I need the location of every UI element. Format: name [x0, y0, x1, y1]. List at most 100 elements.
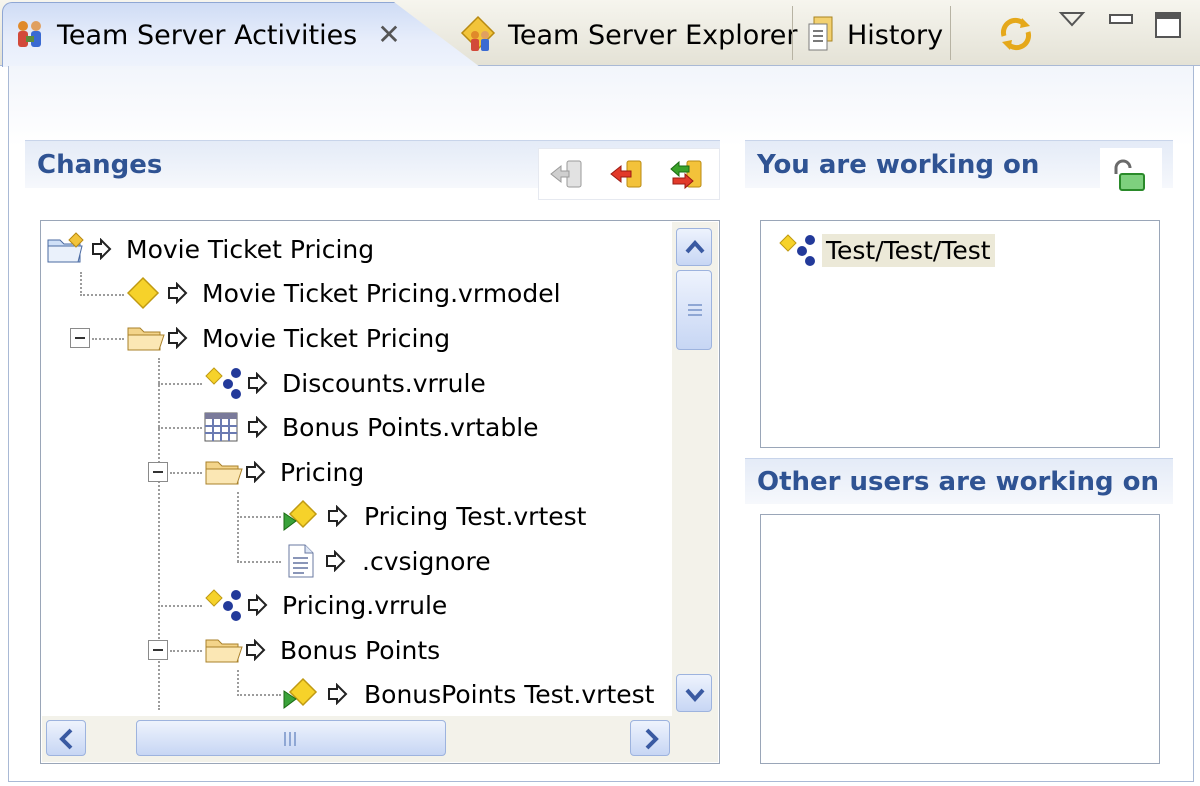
tree-item-label: Pricing.vrrule [282, 590, 448, 620]
sync-changes-icon[interactable] [667, 157, 707, 197]
tree-item-file[interactable]: .cvsignore [286, 540, 491, 582]
tree-item-label: Bonus Points.vrtable [282, 412, 539, 442]
minimize-icon[interactable] [1108, 12, 1136, 31]
tab-team-server-activities[interactable]: Team Server Activities ✕ [2, 2, 480, 67]
vertical-scroll-thumb[interactable] [676, 270, 712, 350]
tab-label: Team Server Explorer [508, 19, 798, 51]
outgoing-change-icon [248, 416, 268, 438]
chevron-down-icon [685, 688, 705, 703]
vrrule-icon [205, 589, 241, 621]
tree-connector [237, 492, 239, 562]
section-title: Other users are working on [757, 466, 1160, 497]
maximize-icon[interactable] [1153, 10, 1183, 46]
commit-in-icon[interactable] [547, 157, 587, 197]
horizontal-scroll-thumb[interactable] [136, 720, 446, 756]
outgoing-change-icon [168, 327, 188, 349]
outgoing-change-icon [328, 505, 348, 527]
list-item[interactable]: Test/Test/Test [778, 230, 995, 270]
folder-open-icon [127, 327, 165, 351]
tree-item-label: BonusPoints Test.vrtest [364, 679, 655, 709]
outgoing-change-icon [246, 639, 266, 661]
tree-item-folder[interactable]: Pricing [204, 451, 364, 493]
outgoing-change-icon [248, 594, 268, 616]
tree-connector [80, 272, 82, 296]
scroll-left-button[interactable] [46, 720, 86, 756]
collapse-toggle[interactable] [70, 328, 90, 348]
tab-team-server-explorer[interactable]: Team Server Explorer [458, 4, 798, 66]
folder-open-icon [205, 461, 243, 485]
others-section-header: Other users are working on [745, 458, 1173, 504]
tree-item-label: Movie Ticket Pricing [202, 323, 451, 353]
tree-item-folder[interactable]: Bonus Points [204, 629, 440, 671]
tree-item-file[interactable]: Pricing Test.vrtest [282, 495, 586, 537]
scroll-right-button[interactable] [630, 720, 670, 756]
vrmodel-icon [126, 276, 160, 310]
tree-connector [170, 472, 202, 474]
collapse-toggle[interactable] [148, 640, 168, 660]
outgoing-change-icon [168, 282, 188, 304]
project-folder-icon [47, 232, 84, 263]
chevron-right-icon [645, 728, 659, 750]
tree-item-label: Bonus Points [280, 635, 441, 665]
scroll-up-button[interactable] [676, 228, 712, 266]
others-working-list[interactable] [760, 514, 1160, 764]
tree-item-file[interactable]: Movie Ticket Pricing.vrmodel [126, 272, 561, 314]
tree-item-label: Discounts.vrrule [282, 368, 486, 398]
changes-toolbar [538, 148, 720, 200]
vrtable-icon [204, 412, 238, 442]
tab-label: History [847, 19, 944, 51]
tree-item-label: Pricing [280, 457, 365, 487]
sync-icon[interactable] [996, 14, 1036, 58]
collapse-toggle[interactable] [148, 462, 168, 482]
team-activities-icon [13, 18, 47, 52]
tab-divider [792, 6, 793, 60]
tree-connector [237, 694, 281, 696]
tree-item-project[interactable]: Movie Ticket Pricing [46, 228, 374, 270]
section-title: Changes [37, 149, 163, 180]
team-explorer-icon [458, 15, 498, 55]
tree-item-file[interactable]: Pricing.vrrule [204, 584, 447, 626]
tree-connector [237, 516, 281, 518]
tree-connector [158, 605, 202, 607]
vrrule-icon [779, 234, 815, 266]
tree-item-file[interactable]: Bonus Points.vrtable [204, 406, 539, 448]
scroll-down-button[interactable] [676, 674, 712, 712]
view-tab-bar: Team Server Activities ✕ Team Server Exp… [0, 0, 1200, 67]
tab-history[interactable]: History [805, 4, 950, 66]
tree-connector [158, 383, 202, 385]
tree-item-label: Movie Ticket Pricing.vrmodel [202, 278, 561, 308]
section-title: You are working on [757, 149, 1040, 180]
vrtest-icon [283, 677, 318, 709]
outgoing-change-icon [246, 461, 266, 483]
vrrule-icon [205, 367, 241, 399]
outgoing-change-icon [92, 238, 112, 260]
tab-divider [950, 6, 951, 60]
close-icon[interactable]: ✕ [377, 21, 400, 49]
list-item-label: Test/Test/Test [822, 233, 995, 267]
tree-item-label: Pricing Test.vrtest [364, 501, 587, 531]
folder-open-icon [205, 639, 243, 663]
tree-item-label: Movie Ticket Pricing [126, 234, 375, 264]
tree-item-file[interactable]: Discounts.vrrule [204, 362, 486, 404]
outgoing-change-icon [326, 550, 346, 572]
chevron-left-icon [59, 728, 73, 750]
text-file-icon [288, 544, 314, 578]
tree-connector [158, 427, 202, 429]
tab-label: Team Server Activities [57, 19, 358, 51]
tree-connector [170, 650, 202, 652]
history-icon [805, 15, 837, 55]
tree-connector [237, 561, 281, 563]
vrtest-icon [283, 499, 318, 531]
tree-connector [80, 294, 124, 296]
grip-icon [688, 304, 702, 316]
tree-item-label: .cvsignore [362, 546, 491, 576]
tree-item-file[interactable]: BonusPoints Test.vrtest [282, 673, 654, 715]
outgoing-change-icon [248, 372, 268, 394]
view-menu-icon[interactable] [1058, 10, 1086, 34]
tree-connector [92, 338, 124, 340]
tree-item-folder[interactable]: Movie Ticket Pricing [126, 317, 450, 359]
chevron-up-icon [685, 239, 705, 254]
commit-out-icon[interactable] [607, 157, 647, 197]
unlock-icon[interactable] [1110, 158, 1150, 196]
grip-icon [284, 732, 296, 746]
